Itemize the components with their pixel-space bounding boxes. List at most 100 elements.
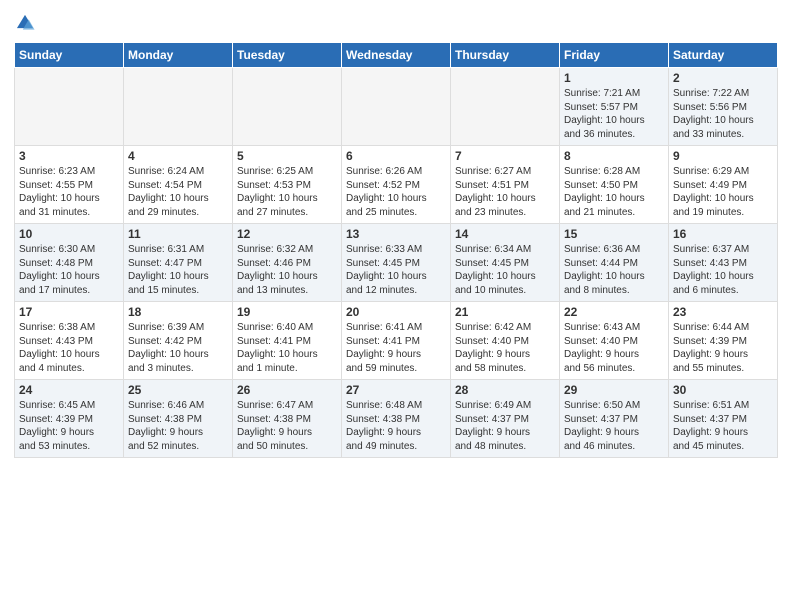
day-info: Sunrise: 6:37 AM Sunset: 4:43 PM Dayligh… (673, 244, 754, 296)
day-number: 27 (346, 383, 446, 397)
day-number: 28 (455, 383, 555, 397)
calendar-cell: 23Sunrise: 6:44 AM Sunset: 4:39 PM Dayli… (669, 302, 778, 380)
day-info: Sunrise: 6:39 AM Sunset: 4:42 PM Dayligh… (128, 322, 209, 374)
day-info: Sunrise: 6:24 AM Sunset: 4:54 PM Dayligh… (128, 166, 209, 218)
day-info: Sunrise: 6:27 AM Sunset: 4:51 PM Dayligh… (455, 166, 536, 218)
day-number: 19 (237, 305, 337, 319)
day-number: 21 (455, 305, 555, 319)
logo (14, 12, 38, 34)
calendar-header-row: SundayMondayTuesdayWednesdayThursdayFrid… (15, 43, 778, 68)
day-number: 18 (128, 305, 228, 319)
day-number: 30 (673, 383, 773, 397)
day-info: Sunrise: 6:28 AM Sunset: 4:50 PM Dayligh… (564, 166, 645, 218)
calendar-cell: 2 Sunrise: 7:22 AM Sunset: 5:56 PM Daylig… (669, 68, 778, 146)
day-info: Sunrise: 6:46 AM Sunset: 4:38 PM Dayligh… (128, 400, 204, 452)
calendar-cell: 24 Sunrise: 6:45 AM Sunset: 4:39 PM Dayli… (15, 380, 124, 458)
day-number: 20 (346, 305, 446, 319)
calendar-table: SundayMondayTuesdayWednesdayThursdayFrid… (14, 42, 778, 458)
day-info: Sunrise: 6:30 AM Sunset: 4:48 PM Dayligh… (19, 244, 100, 296)
day-info: Sunrise: 6:25 AM Sunset: 4:53 PM Dayligh… (237, 166, 318, 218)
day-number: 3 (19, 149, 119, 163)
day-info: Sunrise: 6:48 AM Sunset: 4:38 PM Dayligh… (346, 400, 422, 452)
calendar-cell: 1 Sunrise: 7:21 AM Sunset: 5:57 PM Daylig… (560, 68, 669, 146)
day-number: 29 (564, 383, 664, 397)
week-row-4: 24 Sunrise: 6:45 AM Sunset: 4:39 PM Dayli… (15, 380, 778, 458)
day-info: Sunrise: 6:49 AM Sunset: 4:37 PM Dayligh… (455, 400, 531, 452)
day-number: 11 (128, 227, 228, 241)
calendar-cell: 21 Sunrise: 6:42 AM Sunset: 4:40 PM Dayli… (451, 302, 560, 380)
calendar-cell: 15 Sunrise: 6:36 AM Sunset: 4:44 PM Dayli… (560, 224, 669, 302)
calendar-cell (233, 68, 342, 146)
calendar-cell: 10Sunrise: 6:30 AM Sunset: 4:48 PM Dayli… (15, 224, 124, 302)
day-number: 4 (128, 149, 228, 163)
calendar-cell: 18 Sunrise: 6:39 AM Sunset: 4:42 PM Dayli… (124, 302, 233, 380)
day-number: 26 (237, 383, 337, 397)
day-info: Sunrise: 6:26 AM Sunset: 4:52 PM Dayligh… (346, 166, 427, 218)
day-info: Sunrise: 6:50 AM Sunset: 4:37 PM Dayligh… (564, 400, 640, 452)
page: SundayMondayTuesdayWednesdayThursdayFrid… (0, 0, 792, 612)
calendar-cell: 20 Sunrise: 6:41 AM Sunset: 4:41 PM Dayli… (342, 302, 451, 380)
calendar-cell: 25 Sunrise: 6:46 AM Sunset: 4:38 PM Dayli… (124, 380, 233, 458)
day-number: 2 (673, 71, 773, 85)
col-header-friday: Friday (560, 43, 669, 68)
calendar-cell: 28 Sunrise: 6:49 AM Sunset: 4:37 PM Dayli… (451, 380, 560, 458)
day-number: 23 (673, 305, 773, 319)
day-info: Sunrise: 6:45 AM Sunset: 4:39 PM Dayligh… (19, 400, 95, 452)
calendar-cell (124, 68, 233, 146)
calendar-cell: 8 Sunrise: 6:28 AM Sunset: 4:50 PM Daylig… (560, 146, 669, 224)
calendar-cell: 16Sunrise: 6:37 AM Sunset: 4:43 PM Dayli… (669, 224, 778, 302)
day-number: 24 (19, 383, 119, 397)
col-header-tuesday: Tuesday (233, 43, 342, 68)
day-info: Sunrise: 7:22 AM Sunset: 5:56 PM Dayligh… (673, 88, 754, 140)
calendar-cell (451, 68, 560, 146)
day-info: Sunrise: 6:33 AM Sunset: 4:45 PM Dayligh… (346, 244, 427, 296)
day-info: Sunrise: 6:36 AM Sunset: 4:44 PM Dayligh… (564, 244, 645, 296)
calendar-cell: 19 Sunrise: 6:40 AM Sunset: 4:41 PM Dayli… (233, 302, 342, 380)
calendar-cell: 13 Sunrise: 6:33 AM Sunset: 4:45 PM Dayli… (342, 224, 451, 302)
day-number: 7 (455, 149, 555, 163)
col-header-monday: Monday (124, 43, 233, 68)
day-info: Sunrise: 6:40 AM Sunset: 4:41 PM Dayligh… (237, 322, 318, 374)
calendar-cell (15, 68, 124, 146)
calendar-cell: 12Sunrise: 6:32 AM Sunset: 4:46 PM Dayli… (233, 224, 342, 302)
day-number: 22 (564, 305, 664, 319)
col-header-thursday: Thursday (451, 43, 560, 68)
calendar-cell: 6 Sunrise: 6:26 AM Sunset: 4:52 PM Daylig… (342, 146, 451, 224)
calendar-cell: 30 Sunrise: 6:51 AM Sunset: 4:37 PM Dayli… (669, 380, 778, 458)
week-row-3: 17 Sunrise: 6:38 AM Sunset: 4:43 PM Dayli… (15, 302, 778, 380)
day-number: 14 (455, 227, 555, 241)
day-info: Sunrise: 6:38 AM Sunset: 4:43 PM Dayligh… (19, 322, 100, 374)
col-header-sunday: Sunday (15, 43, 124, 68)
day-number: 1 (564, 71, 664, 85)
calendar-cell: 17 Sunrise: 6:38 AM Sunset: 4:43 PM Dayli… (15, 302, 124, 380)
calendar-cell: 26 Sunrise: 6:47 AM Sunset: 4:38 PM Dayli… (233, 380, 342, 458)
day-info: Sunrise: 6:47 AM Sunset: 4:38 PM Dayligh… (237, 400, 313, 452)
day-number: 17 (19, 305, 119, 319)
header (14, 12, 778, 34)
day-number: 15 (564, 227, 664, 241)
day-info: Sunrise: 6:51 AM Sunset: 4:37 PM Dayligh… (673, 400, 749, 452)
calendar-cell: 27 Sunrise: 6:48 AM Sunset: 4:38 PM Dayli… (342, 380, 451, 458)
day-number: 9 (673, 149, 773, 163)
day-number: 8 (564, 149, 664, 163)
calendar-cell: 29 Sunrise: 6:50 AM Sunset: 4:37 PM Dayli… (560, 380, 669, 458)
day-info: Sunrise: 6:42 AM Sunset: 4:40 PM Dayligh… (455, 322, 531, 374)
calendar-cell: 22 Sunrise: 6:43 AM Sunset: 4:40 PM Dayli… (560, 302, 669, 380)
week-row-1: 3Sunrise: 6:23 AM Sunset: 4:55 PM Daylig… (15, 146, 778, 224)
day-info: Sunrise: 7:21 AM Sunset: 5:57 PM Dayligh… (564, 88, 645, 140)
day-info: Sunrise: 6:41 AM Sunset: 4:41 PM Dayligh… (346, 322, 422, 374)
day-number: 25 (128, 383, 228, 397)
day-info: Sunrise: 6:43 AM Sunset: 4:40 PM Dayligh… (564, 322, 640, 374)
day-number: 12 (237, 227, 337, 241)
day-number: 13 (346, 227, 446, 241)
col-header-saturday: Saturday (669, 43, 778, 68)
calendar-cell: 3Sunrise: 6:23 AM Sunset: 4:55 PM Daylig… (15, 146, 124, 224)
week-row-0: 1 Sunrise: 7:21 AM Sunset: 5:57 PM Daylig… (15, 68, 778, 146)
calendar-cell: 5Sunrise: 6:25 AM Sunset: 4:53 PM Daylig… (233, 146, 342, 224)
day-number: 6 (346, 149, 446, 163)
calendar-cell: 11Sunrise: 6:31 AM Sunset: 4:47 PM Dayli… (124, 224, 233, 302)
week-row-2: 10Sunrise: 6:30 AM Sunset: 4:48 PM Dayli… (15, 224, 778, 302)
calendar-cell: 4 Sunrise: 6:24 AM Sunset: 4:54 PM Daylig… (124, 146, 233, 224)
col-header-wednesday: Wednesday (342, 43, 451, 68)
logo-icon (14, 12, 36, 34)
